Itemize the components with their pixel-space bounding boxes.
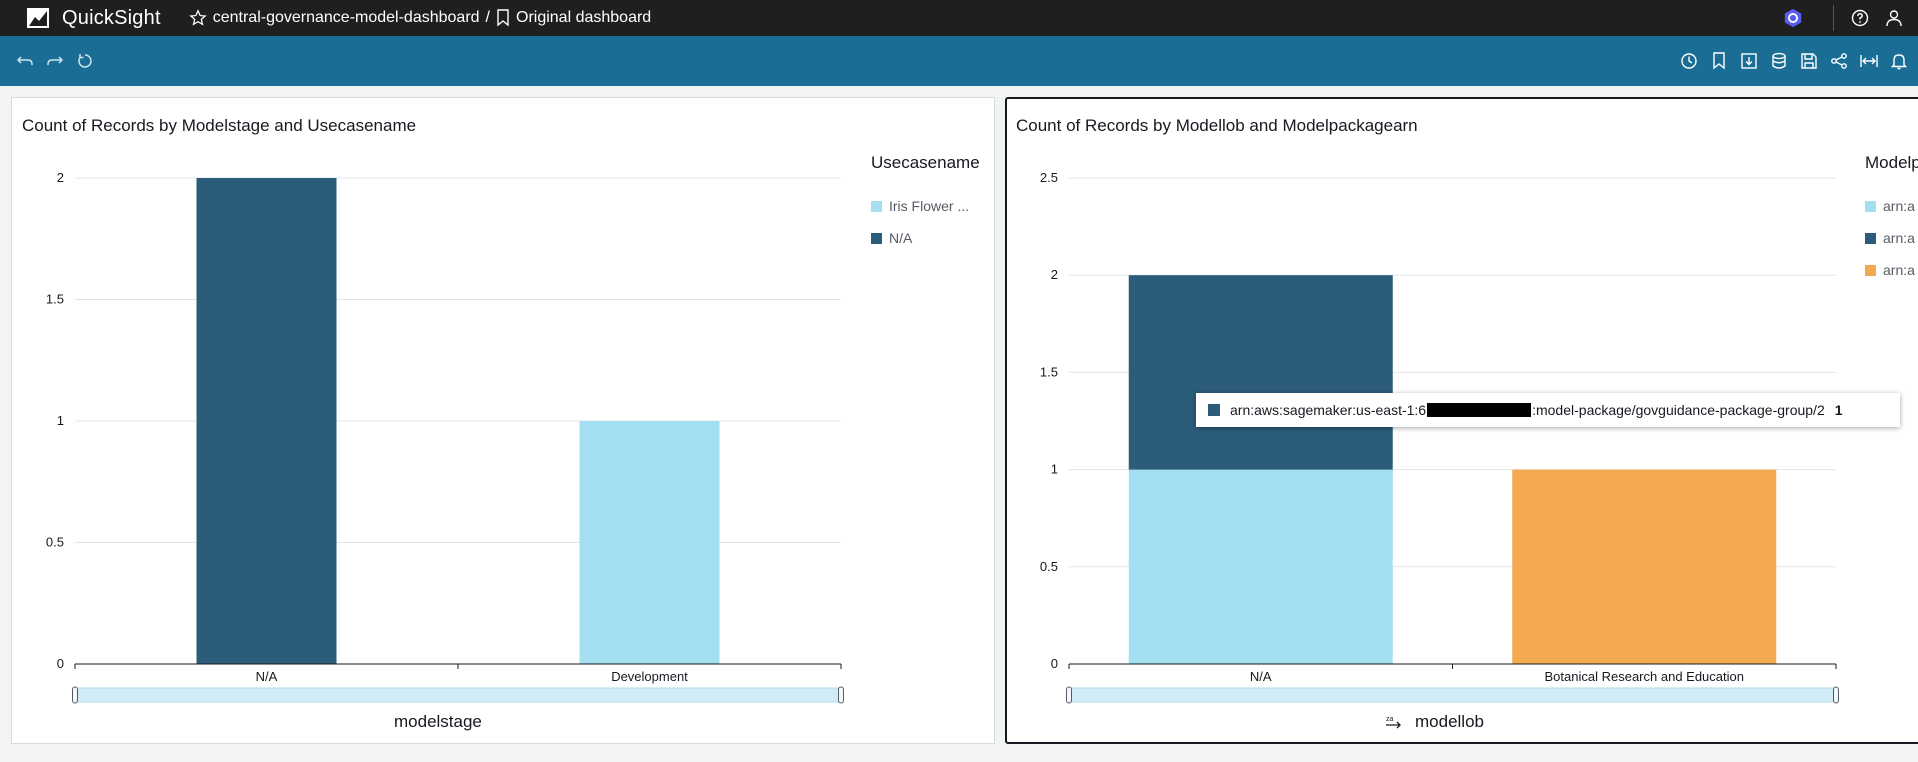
legend-swatch (1865, 200, 1876, 212)
tooltip-text-start: arn:aws:sagemaker:us-east-1:6 (1230, 402, 1427, 418)
fit-width-icon[interactable] (1858, 50, 1880, 72)
x-axis-title: modellob (1415, 712, 1484, 731)
bookmark-icon (497, 9, 509, 27)
bar[interactable] (196, 178, 337, 664)
legend-title: Modelp (1865, 153, 1918, 172)
legend-item[interactable]: arn:a (1865, 262, 1915, 278)
legend-item[interactable]: N/A (871, 230, 912, 246)
x-axis-title-wrap: za modellob (1385, 712, 1484, 732)
y-tick-label: 1 (57, 413, 64, 428)
bell-icon[interactable] (1888, 50, 1910, 72)
x-axis-scrollbar[interactable] (1068, 687, 1837, 703)
data-icon[interactable] (1768, 50, 1790, 72)
bar-chart[interactable]: 0 0.5 1 1.5 2 N/A Development (12, 98, 996, 745)
redo-icon[interactable] (44, 50, 66, 72)
x-tick-label: N/A (256, 669, 278, 684)
legend-item[interactable]: arn:a (1865, 198, 1915, 214)
y-tick-label: 2.5 (1040, 170, 1058, 185)
quicksight-logo-icon (27, 8, 49, 28)
view-name[interactable]: Original dashboard (516, 9, 651, 27)
share-icon[interactable] (1828, 50, 1850, 72)
svg-text:za: za (1386, 716, 1394, 723)
legend-label: arn:a (1883, 198, 1915, 214)
y-tick-label: 1.5 (46, 292, 64, 307)
y-tick-label: 0.5 (1040, 559, 1058, 574)
x-tick-label: N/A (1250, 669, 1272, 684)
y-tick-label: 2 (1051, 267, 1058, 282)
bar[interactable] (579, 421, 720, 664)
legend-swatch (871, 232, 882, 244)
top-right-actions (1783, 0, 1918, 36)
schedule-icon[interactable] (1678, 50, 1700, 72)
reset-icon[interactable] (74, 50, 96, 72)
scrollbar-handle[interactable] (1066, 686, 1072, 704)
y-tick-label: 0 (57, 656, 64, 671)
breadcrumb-separator: / (485, 9, 490, 26)
divider (1833, 5, 1834, 31)
top-bar: QuickSight central-governance-model-dash… (0, 0, 1918, 36)
scrollbar-handle[interactable] (72, 686, 78, 704)
legend-swatch (1865, 232, 1876, 244)
x-axis-title: modelstage (394, 712, 482, 731)
x-axis-scrollbar[interactable] (74, 687, 842, 703)
download-icon[interactable] (1738, 50, 1760, 72)
y-tick-label: 0.5 (46, 535, 64, 550)
dashboard-name[interactable]: central-governance-model-dashboard (213, 9, 480, 27)
save-icon[interactable] (1798, 50, 1820, 72)
scrollbar-handle[interactable] (838, 686, 844, 704)
bookmark-icon[interactable] (1708, 50, 1730, 72)
bar[interactable] (1512, 469, 1777, 664)
legend-label: arn:a (1883, 262, 1915, 278)
visual-modelstage-usecasename[interactable]: Count of Records by Modelstage and Useca… (11, 97, 995, 744)
q-hex-icon[interactable] (1783, 8, 1803, 28)
redaction-block (1427, 403, 1532, 417)
legend-item[interactable]: Iris Flower ... (871, 198, 969, 214)
star-icon[interactable] (188, 9, 207, 27)
legend-swatch (1865, 264, 1876, 276)
tooltip-text-end: :model-package/govguidance-package-group… (1532, 402, 1825, 418)
tooltip-value: 1 (1834, 402, 1843, 418)
legend-title: Usecasename (871, 153, 980, 172)
tooltip-swatch (1208, 404, 1220, 416)
y-tick-label: 1 (1051, 462, 1058, 477)
bar[interactable] (1128, 469, 1393, 664)
scrollbar-handle[interactable] (1833, 686, 1839, 704)
x-tick-label: Development (611, 669, 688, 684)
user-icon[interactable] (1884, 8, 1904, 28)
legend-item[interactable]: arn:a (1865, 230, 1915, 246)
help-icon[interactable] (1850, 8, 1870, 28)
y-tick-label: 1.5 (1040, 364, 1058, 379)
logo[interactable]: QuickSight (26, 6, 161, 30)
dashboard-toolbar (0, 36, 1918, 86)
bar[interactable] (1128, 275, 1393, 470)
legend-label: Iris Flower ... (889, 198, 970, 214)
legend-label: N/A (889, 230, 913, 246)
app-name: QuickSight (62, 6, 161, 29)
x-tick-label: Botanical Research and Education (1545, 669, 1744, 684)
chart-tooltip: arn:aws:sagemaker:us-east-1:6 :model-pac… (1196, 393, 1900, 427)
y-tick-label: 0 (1051, 656, 1058, 671)
sort-icon[interactable]: za (1385, 714, 1405, 730)
breadcrumb: central-governance-model-dashboard / Ori… (188, 9, 651, 27)
y-tick-label: 2 (57, 170, 64, 185)
legend-label: arn:a (1883, 230, 1915, 246)
undo-icon[interactable] (14, 50, 36, 72)
legend-swatch (871, 200, 882, 212)
